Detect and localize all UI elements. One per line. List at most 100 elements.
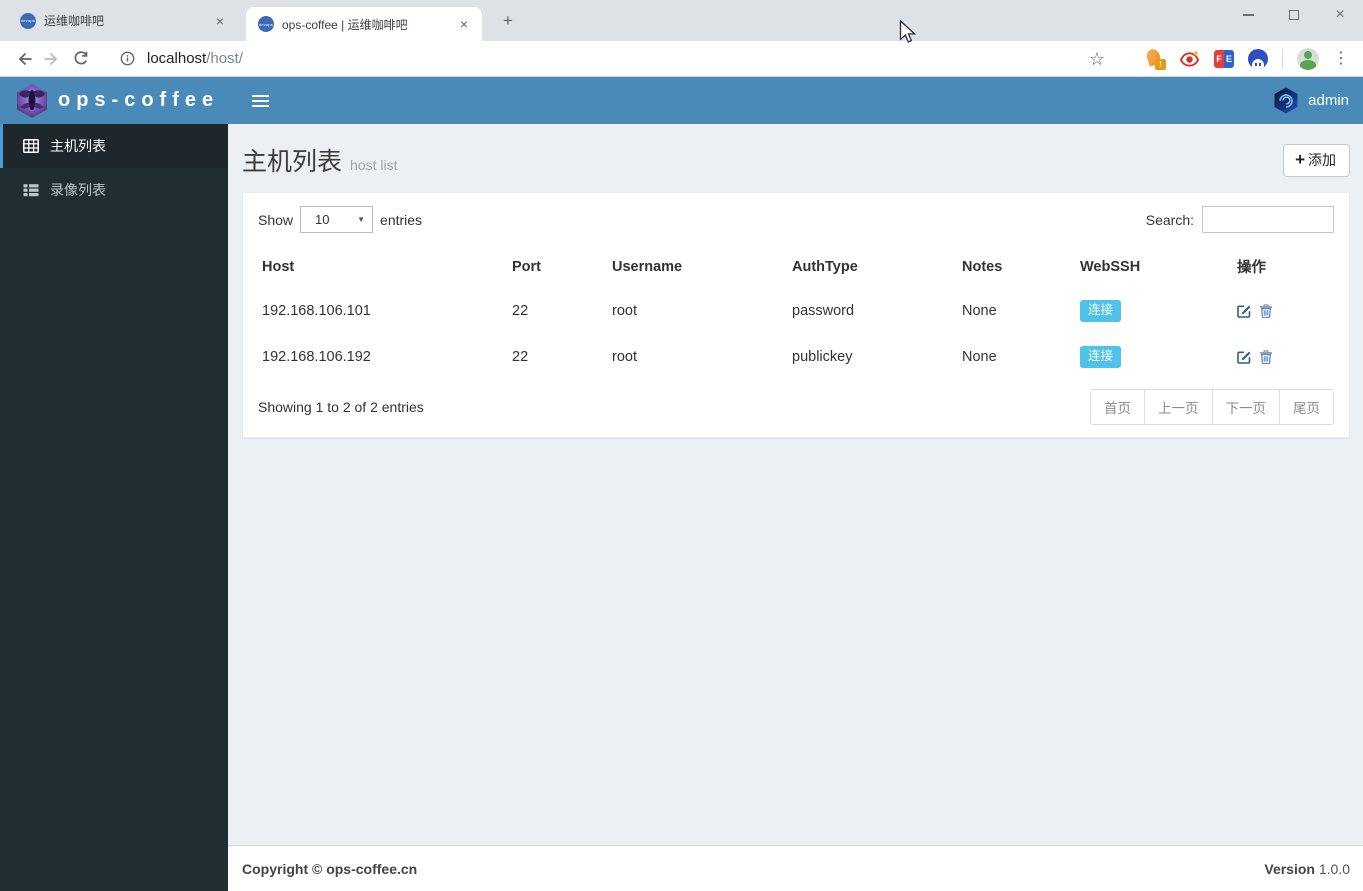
extension-icon-fe[interactable]: F E <box>1214 49 1234 68</box>
browser-tab-1[interactable]: devops 运维咖啡吧 × <box>8 0 238 41</box>
pagination-last-button[interactable]: 尾页 <box>1279 389 1334 425</box>
extension-icon-face[interactable] <box>1248 48 1268 69</box>
cell-port: 22 <box>512 349 529 365</box>
browser-menu-icon[interactable]: ⋮ <box>1333 50 1349 67</box>
cell-host: 192.168.106.101 <box>262 303 371 319</box>
toolbar-right: ☆ ! F E ⋮ <box>1089 46 1353 70</box>
webssh-connect-button[interactable]: 连接 <box>1080 346 1122 368</box>
cell-notes: None <box>962 303 997 319</box>
tab-title: 运维咖啡吧 <box>44 14 105 28</box>
page-info-icon[interactable] <box>120 51 135 66</box>
row-actions <box>1237 304 1330 318</box>
maximize-icon <box>1289 10 1299 20</box>
cell-authtype: publickey <box>792 349 853 365</box>
host-table-panel: Show 10 ▼ entries Search: Host Port User… <box>242 192 1350 438</box>
window-minimize-button[interactable] <box>1225 0 1271 30</box>
show-label: Show <box>258 211 294 228</box>
copyright-text: Copyright © ops-coffee.cn <box>242 861 417 877</box>
webssh-connect-button[interactable]: 连接 <box>1080 300 1122 322</box>
address-bar[interactable]: localhost/host/ <box>104 50 1089 67</box>
browser-tabstrip: devops 运维咖啡吧 × devops ops-coffee | 运维咖啡吧… <box>0 0 1363 41</box>
edit-icon[interactable] <box>1237 304 1251 318</box>
tab-close-icon[interactable]: × <box>456 15 472 33</box>
cell-host: 192.168.106.192 <box>262 349 371 365</box>
tab-close-icon[interactable]: × <box>212 12 228 30</box>
add-button-label: 添加 <box>1308 152 1336 168</box>
extension-icon-orange[interactable]: ! <box>1144 46 1166 70</box>
col-header-actions[interactable]: 操作 <box>1233 246 1334 288</box>
back-button[interactable] <box>10 45 38 73</box>
page-size-select[interactable]: 10 ▼ <box>300 206 374 233</box>
forward-button[interactable] <box>38 45 66 73</box>
brand[interactable]: ops-coffee <box>0 83 228 119</box>
pagination-next-button[interactable]: 下一页 <box>1211 389 1280 425</box>
back-arrow-icon <box>18 52 32 65</box>
face-eye <box>1259 62 1261 66</box>
row-actions <box>1237 350 1330 364</box>
sidebar-item-record-list[interactable]: 录像列表 <box>0 168 228 212</box>
window-maximize-button[interactable] <box>1271 0 1317 30</box>
search-input[interactable] <box>1202 206 1334 233</box>
pagination-first-button[interactable]: 首页 <box>1090 389 1145 425</box>
user-avatar <box>1274 87 1298 114</box>
cell-port: 22 <box>512 303 529 319</box>
copyright-label: Copyright © <box>242 860 323 877</box>
search-label: Search: <box>1145 211 1194 228</box>
cell-notes: None <box>962 349 997 365</box>
add-host-button[interactable]: + 添加 <box>1283 144 1350 177</box>
table-controls: Show 10 ▼ entries Search: <box>258 206 1334 233</box>
window-close-button[interactable]: × <box>1317 0 1363 30</box>
pagination: 首页 上一页 下一页 尾页 <box>1090 389 1334 425</box>
face-eye <box>1255 62 1257 66</box>
cell-username: root <box>612 303 637 319</box>
sidebar-toggle-button[interactable] <box>246 89 275 113</box>
forward-arrow-icon <box>44 52 58 65</box>
sidebar-item-host-list[interactable]: 主机列表 <box>0 124 228 168</box>
col-header-host[interactable]: Host <box>258 246 508 288</box>
fe-letter-f: F <box>1214 49 1224 68</box>
version-label: Version <box>1264 860 1315 877</box>
bookmark-star-icon[interactable]: ☆ <box>1089 50 1105 68</box>
col-header-authtype[interactable]: AuthType <box>788 246 958 288</box>
url-path: /host/ <box>206 50 243 67</box>
avatar-body <box>1300 59 1316 70</box>
table-info: Showing 1 to 2 of 2 entries <box>258 399 424 415</box>
col-header-username[interactable]: Username <box>608 246 788 288</box>
browser-profile-avatar[interactable] <box>1297 47 1319 70</box>
brand-name: ops-coffee <box>58 89 220 111</box>
user-menu[interactable]: admin <box>1273 87 1363 114</box>
table-footer: Showing 1 to 2 of 2 entries 首页 上一页 下一页 尾… <box>258 389 1334 425</box>
video-list-icon <box>23 184 39 197</box>
main-area: 主机列表 host list + 添加 Show 10 ▼ entries Se… <box>228 124 1363 891</box>
site-favicon: devops <box>20 12 36 29</box>
search-control: Search: <box>1146 206 1334 233</box>
col-header-port[interactable]: Port <box>508 246 608 288</box>
site-favicon: devops <box>258 16 274 32</box>
col-header-webssh[interactable]: WebSSH <box>1076 246 1233 288</box>
cell-username: root <box>612 349 637 365</box>
col-header-notes[interactable]: Notes <box>958 246 1076 288</box>
browser-toolbar: localhost/host/ ☆ ! F E ⋮ <box>0 41 1363 77</box>
copyright-site: ops-coffee.cn <box>326 860 418 877</box>
delete-icon[interactable] <box>1259 350 1273 364</box>
pagination-prev-button[interactable]: 上一页 <box>1144 389 1213 425</box>
browser-tab-2-active[interactable]: devops ops-coffee | 运维咖啡吧 × <box>246 7 482 41</box>
window-controls: × <box>1225 0 1363 30</box>
extension-icon-weibo-eye[interactable] <box>1179 49 1200 69</box>
table-grid-icon <box>23 139 39 153</box>
page-subtitle: host list <box>350 157 398 173</box>
new-tab-button[interactable]: + <box>497 11 519 33</box>
page-heading: 主机列表 host list <box>242 142 397 178</box>
page-size-value: 10 <box>315 212 330 227</box>
delete-icon[interactable] <box>1259 304 1273 318</box>
page-size-control: Show 10 ▼ entries <box>258 206 422 233</box>
entries-label: entries <box>380 211 423 228</box>
content-header: 主机列表 host list + 添加 <box>242 136 1350 182</box>
app-header: ops-coffee admin <box>0 77 1363 124</box>
version-value: 1.0.0 <box>1318 860 1350 877</box>
edit-icon[interactable] <box>1237 350 1251 364</box>
url-text[interactable]: localhost/host/ <box>147 50 243 67</box>
url-host: localhost <box>147 50 207 67</box>
reload-button[interactable] <box>66 45 94 73</box>
username: admin <box>1308 92 1349 109</box>
